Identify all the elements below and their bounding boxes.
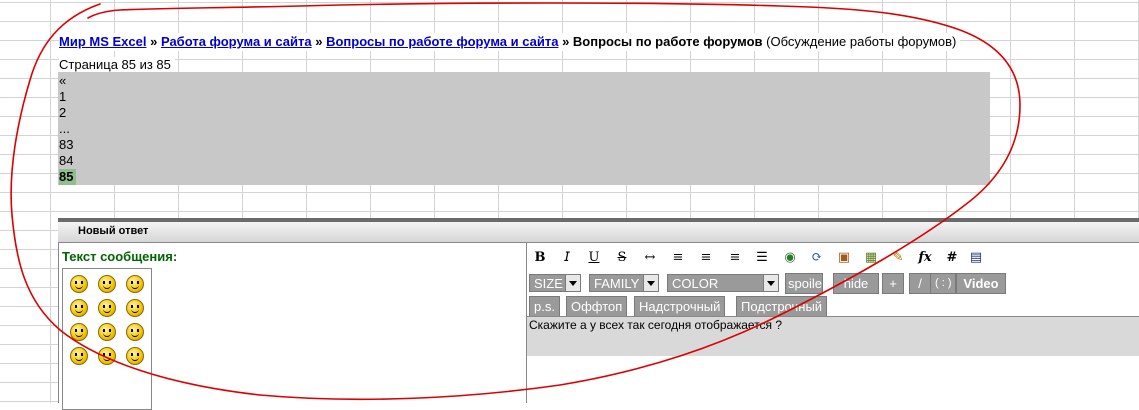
picture-icon[interactable]: ▦ <box>862 250 880 266</box>
forum-page: Мир MS Excel » Работа форума и сайта » В… <box>0 0 1139 410</box>
breadcrumb-link-excel-world[interactable]: Мир MS Excel <box>59 34 146 49</box>
smiley-happy-icon[interactable] <box>70 347 88 365</box>
breadcrumb-separator: » <box>562 34 570 49</box>
align-center-icon[interactable]: ≡ <box>697 250 715 266</box>
bold-icon[interactable]: B <box>531 250 549 266</box>
align-left-icon[interactable]: ≡ <box>669 250 687 266</box>
image-icon[interactable]: ▣ <box>835 250 853 266</box>
pagination-prev-link[interactable]: « <box>59 73 79 89</box>
pagination-current-page: 85 <box>59 169 76 185</box>
breadcrumb-description: (Обсуждение работы форумов) <box>766 34 957 49</box>
align-right-icon[interactable]: ≡ <box>726 250 744 266</box>
breadcrumb-current: Вопросы по работе форумов <box>572 34 763 49</box>
message-textarea[interactable]: Скажите а у всех так сегодня отображаетс… <box>527 316 1139 356</box>
formula-icon[interactable]: fx <box>916 250 934 266</box>
font-family-select-value: FAMILY <box>594 276 640 291</box>
smiley-neutral-icon[interactable] <box>98 299 116 317</box>
hide-button[interactable]: hide <box>833 273 879 294</box>
video-button[interactable]: Video <box>956 273 1006 294</box>
smiley-tongue-icon[interactable] <box>98 323 116 341</box>
underline-icon[interactable]: U <box>585 250 603 266</box>
new-reply-header: Новый ответ <box>58 222 1139 243</box>
ps-button[interactable]: p.s. <box>529 296 560 317</box>
spoiler-button[interactable]: spoile <box>785 273 823 294</box>
smiley-surprised-icon[interactable] <box>70 323 88 341</box>
smiley-laugh-icon[interactable] <box>126 347 144 365</box>
breadcrumb-link-forum-questions[interactable]: Вопросы по работе форума и сайта <box>326 34 558 49</box>
strike-icon[interactable]: S <box>613 250 631 266</box>
smile-code-button[interactable]: ( : ) <box>930 273 956 294</box>
pagination-page-link[interactable]: 84 <box>59 153 79 169</box>
breadcrumb-separator: » <box>150 34 158 49</box>
color-select[interactable]: COLOR <box>667 274 779 292</box>
table-icon[interactable]: ▤ <box>967 250 985 266</box>
list-icon[interactable]: ☰ <box>753 250 771 266</box>
pagination-ellipsis: ... <box>59 121 70 136</box>
note-icon[interactable]: ✎ <box>889 250 907 266</box>
slash-button[interactable]: / <box>909 273 931 294</box>
arrows-icon[interactable]: ↔ <box>641 250 659 266</box>
breadcrumb-separator: » <box>315 34 323 49</box>
size-select[interactable]: SIZE <box>529 274 581 292</box>
color-select-value: COLOR <box>672 276 719 291</box>
pagination-page-link[interactable]: 1 <box>59 89 79 105</box>
chevron-down-icon <box>763 275 778 291</box>
pagination-page-link[interactable]: 2 <box>59 105 79 121</box>
offtopic-button[interactable]: Оффтоп <box>566 296 628 317</box>
subscript-button[interactable]: Подстрочный <box>736 296 828 317</box>
page-info: Страница 85 из 85 <box>59 57 175 72</box>
plus-button[interactable]: + <box>882 273 904 294</box>
italic-icon[interactable]: 𝘐 <box>558 250 576 266</box>
pagination-list: « 1 2 ... 83 84 85 <box>59 73 79 185</box>
message-text-label: Текст сообщения: <box>62 249 178 264</box>
smiley-cool-icon[interactable] <box>98 347 116 365</box>
size-select-value: SIZE <box>534 276 563 291</box>
chevron-down-icon <box>565 275 580 291</box>
smiley-wink-icon[interactable] <box>98 275 116 293</box>
refresh-icon[interactable]: ⟳ <box>808 250 826 266</box>
superscript-button[interactable]: Надстрочный <box>634 296 726 317</box>
chevron-down-icon <box>643 275 658 291</box>
pagination-background <box>58 72 990 185</box>
smiley-shocked-icon[interactable] <box>126 275 144 293</box>
font-family-select[interactable]: FAMILY <box>589 274 659 292</box>
breadcrumb: Мир MS Excel » Работа форума и сайта » В… <box>59 33 961 51</box>
pagination-page-link[interactable]: 83 <box>59 137 79 153</box>
breadcrumb-link-forum-work[interactable]: Работа форума и сайта <box>161 34 312 49</box>
globe-icon[interactable]: ◉ <box>781 250 799 266</box>
new-reply-title: Новый ответ <box>78 225 149 237</box>
hash-icon[interactable]: # <box>943 250 961 266</box>
smiley-sad-icon[interactable] <box>70 299 88 317</box>
smiley-panel <box>62 268 152 410</box>
smiley-confused-icon[interactable] <box>70 275 88 293</box>
smiley-smile-icon[interactable] <box>126 323 144 341</box>
smiley-grin-icon[interactable] <box>126 299 144 317</box>
